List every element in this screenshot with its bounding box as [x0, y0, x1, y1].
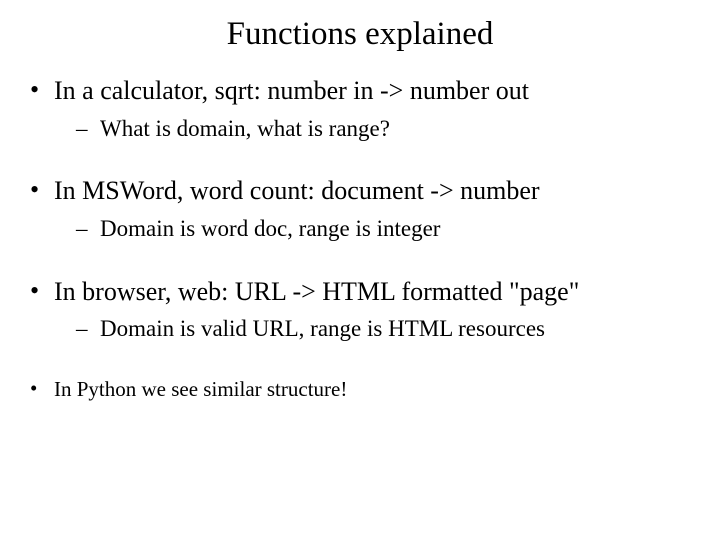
bullet-item: In MSWord, word count: document -> numbe… — [28, 175, 692, 243]
bullet-text: In MSWord, word count: document -> numbe… — [54, 176, 540, 205]
sub-list: Domain is valid URL, range is HTML resou… — [54, 314, 692, 344]
bullet-text: In browser, web: URL -> HTML formatted "… — [54, 277, 579, 306]
bullet-text: In Python we see similar structure! — [54, 377, 347, 401]
sub-list: Domain is word doc, range is integer — [54, 214, 692, 244]
slide-title: Functions explained — [28, 16, 692, 53]
bullet-item: In browser, web: URL -> HTML formatted "… — [28, 276, 692, 344]
sub-list: What is domain, what is range? — [54, 114, 692, 144]
sub-item: What is domain, what is range? — [76, 114, 692, 144]
bullet-text: In a calculator, sqrt: number in -> numb… — [54, 76, 529, 105]
bullet-list: In a calculator, sqrt: number in -> numb… — [28, 75, 692, 402]
sub-item: Domain is word doc, range is integer — [76, 214, 692, 244]
sub-item: Domain is valid URL, range is HTML resou… — [76, 314, 692, 344]
bullet-item: In Python we see similar structure! — [28, 376, 692, 402]
bullet-item: In a calculator, sqrt: number in -> numb… — [28, 75, 692, 143]
